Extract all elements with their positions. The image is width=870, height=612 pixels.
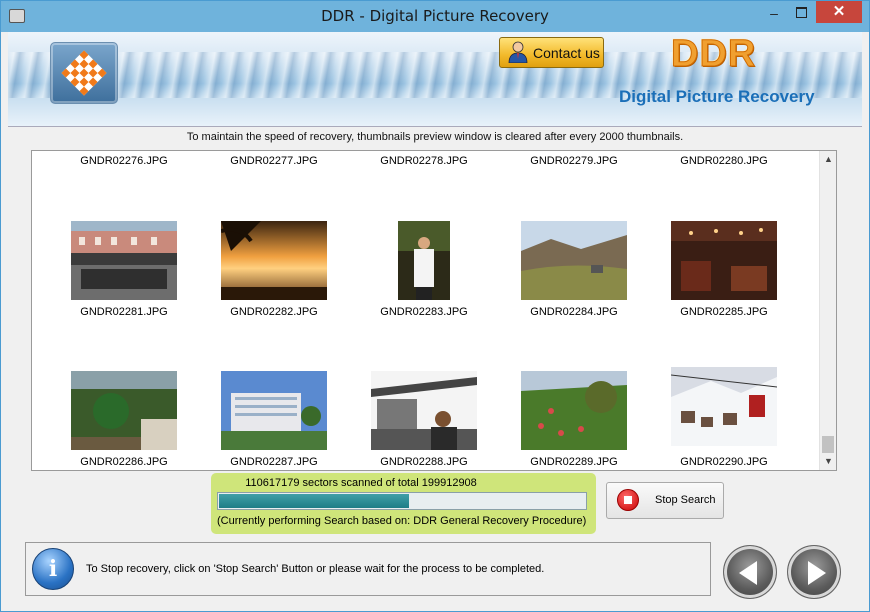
product-tagline: Digital Picture Recovery bbox=[619, 87, 815, 106]
maximize-icon bbox=[795, 7, 807, 18]
next-button[interactable] bbox=[787, 545, 841, 599]
maximize-button[interactable] bbox=[788, 3, 814, 25]
stop-search-button[interactable]: Stop Search bbox=[606, 482, 724, 519]
thumbnail-image-valley bbox=[521, 221, 627, 300]
thumbnail-notice: To maintain the speed of recovery, thumb… bbox=[186, 131, 684, 143]
thumbnail-image-person-skyline bbox=[371, 371, 477, 450]
contact-us-label: Contact us bbox=[533, 45, 600, 61]
thumbnail-image-flower-garden bbox=[521, 371, 627, 450]
thumbnail-filename: GNDR02286.JPG bbox=[80, 456, 168, 468]
recovery-procedure-text: (Currently performing Search based on: D… bbox=[217, 515, 587, 527]
scroll-up-arrow-icon[interactable]: ▲ bbox=[820, 151, 836, 168]
stop-icon bbox=[617, 489, 639, 511]
thumbnail-filename: GNDR02288.JPG bbox=[380, 456, 468, 468]
brand-logo-text: DDR bbox=[670, 33, 757, 76]
progress-fill bbox=[219, 494, 409, 508]
thumbnail-image-chef bbox=[398, 221, 450, 300]
thumbnail-filename: GNDR02280.JPG bbox=[680, 155, 768, 167]
scan-progress-bar bbox=[217, 492, 587, 510]
thumbnail-filename: GNDR02285.JPG bbox=[680, 306, 768, 318]
info-icon: i bbox=[32, 548, 74, 590]
minimize-button[interactable]: – bbox=[761, 3, 787, 25]
checker-logo-icon bbox=[61, 50, 107, 96]
status-footer: i To Stop recovery, click on 'Stop Searc… bbox=[25, 542, 711, 596]
back-button[interactable] bbox=[723, 545, 777, 599]
status-message: To Stop recovery, click on 'Stop Search'… bbox=[86, 563, 545, 575]
thumbnail-filename: GNDR02287.JPG bbox=[230, 456, 318, 468]
sectors-scanned-text: 110617179 sectors scanned of total 19991… bbox=[245, 477, 477, 489]
back-arrow-icon bbox=[739, 561, 757, 585]
thumbnail-filename: GNDR02281.JPG bbox=[80, 306, 168, 318]
thumbnail-filename: GNDR02279.JPG bbox=[530, 155, 618, 167]
thumbnail-filename: GNDR02290.JPG bbox=[680, 456, 768, 468]
thumbnail-image-garden bbox=[71, 371, 177, 450]
scroll-down-arrow-icon[interactable]: ▼ bbox=[820, 453, 836, 470]
header-banner: Contact us DDR Digital Picture Recovery bbox=[8, 32, 862, 127]
window-title: DDR - Digital Picture Recovery bbox=[321, 7, 549, 25]
thumbnail-filename: GNDR02284.JPG bbox=[530, 306, 618, 318]
contact-us-button[interactable]: Contact us bbox=[499, 37, 604, 68]
thumbnail-image-hospital bbox=[221, 371, 327, 450]
thumbnail-image-snow-cablecar bbox=[671, 367, 777, 446]
scrollbar-thumb[interactable] bbox=[822, 436, 834, 453]
title-bar[interactable]: DDR - Digital Picture Recovery – ✕ bbox=[1, 1, 869, 32]
thumbnail-image-building bbox=[71, 221, 177, 300]
thumbnail-image-interior bbox=[671, 221, 777, 300]
vertical-scrollbar[interactable]: ▲ ▼ bbox=[819, 151, 836, 470]
next-arrow-icon bbox=[808, 561, 826, 585]
thumbnail-grid: GNDR02276.JPG GNDR02277.JPG GNDR02278.JP… bbox=[32, 151, 819, 470]
thumbnail-filename: GNDR02289.JPG bbox=[530, 456, 618, 468]
person-icon bbox=[508, 41, 528, 63]
app-window: DDR - Digital Picture Recovery – ✕ Conta… bbox=[0, 0, 870, 612]
app-logo bbox=[50, 42, 118, 104]
thumbnail-filename: GNDR02276.JPG bbox=[80, 155, 168, 167]
thumbnail-filename: GNDR02278.JPG bbox=[380, 155, 468, 167]
thumbnail-preview-panel[interactable]: GNDR02276.JPG GNDR02277.JPG GNDR02278.JP… bbox=[31, 150, 837, 471]
stop-search-label: Stop Search bbox=[655, 494, 716, 506]
scan-progress-panel: 110617179 sectors scanned of total 19991… bbox=[211, 473, 596, 534]
thumbnail-filename: GNDR02282.JPG bbox=[230, 306, 318, 318]
close-button[interactable]: ✕ bbox=[816, 1, 862, 23]
thumbnail-image-sunset bbox=[221, 221, 327, 300]
thumbnail-filename: GNDR02283.JPG bbox=[380, 306, 468, 318]
thumbnail-filename: GNDR02277.JPG bbox=[230, 155, 318, 167]
